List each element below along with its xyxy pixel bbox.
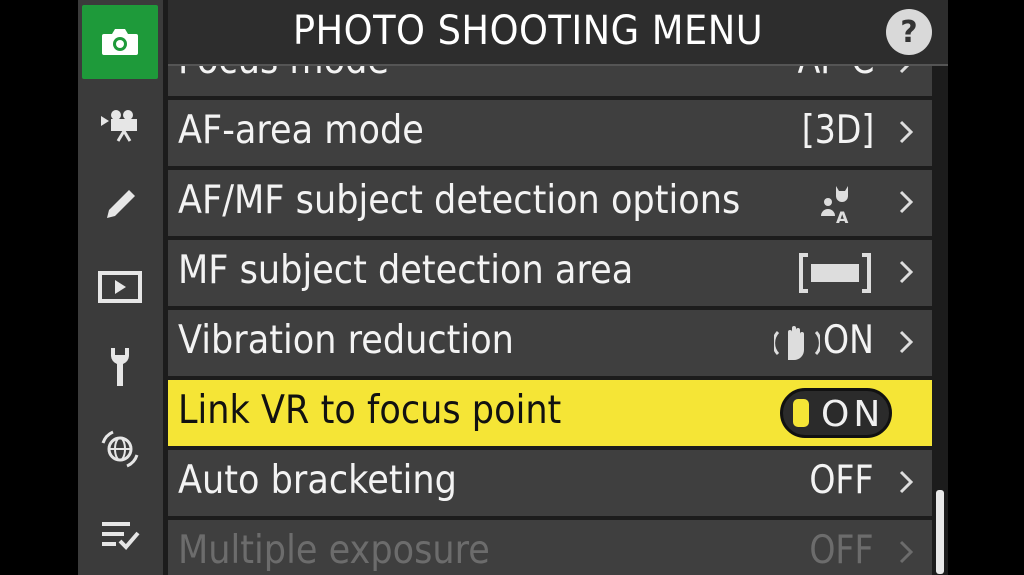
row-label: Multiple exposure <box>178 528 490 573</box>
sidebar-item-video-recording[interactable] <box>82 92 158 158</box>
row-value: OFF <box>809 528 874 573</box>
chevron-right-icon <box>899 330 914 354</box>
chevron-right-icon <box>899 540 914 564</box>
chevron-right-icon <box>899 260 914 284</box>
page-title: PHOTO SHOOTING MENU <box>292 8 764 54</box>
playback-icon <box>98 271 142 303</box>
chevron-right-icon <box>899 66 910 74</box>
menu-row-af-area-mode[interactable]: AF-area mode [3D] <box>168 100 932 170</box>
row-label: AF/MF subject detection options <box>178 178 741 223</box>
chevron-right-icon <box>899 190 914 214</box>
menu-row-subject-detection-options[interactable]: AF/MF subject detection options A <box>168 170 932 240</box>
toggle-state-label: ON <box>821 394 885 435</box>
vr-hand-icon <box>774 326 820 360</box>
row-label: Vibration reduction <box>178 318 514 363</box>
sidebar-item-custom-settings[interactable] <box>82 172 158 238</box>
my-menu-icon <box>102 522 140 550</box>
svg-text:A: A <box>836 208 849 224</box>
menu-row-focus-mode[interactable]: Focus mode AF-C <box>168 66 932 100</box>
menu-row-vibration-reduction[interactable]: Vibration reduction ON <box>168 310 932 380</box>
detection-area-wide-icon <box>799 253 871 293</box>
menu-row-multiple-exposure[interactable]: Multiple exposure OFF <box>168 520 932 575</box>
movie-camera-icon <box>101 110 137 142</box>
row-label: AF-area mode <box>178 108 424 153</box>
camera-menu-screen: PHOTO SHOOTING MENU ? Focus mode AF-C AF… <box>78 0 948 575</box>
pencil-icon <box>107 190 135 218</box>
toggle-knob <box>793 399 809 427</box>
menu-header: PHOTO SHOOTING MENU ? <box>168 0 948 66</box>
row-label: Focus mode <box>178 66 389 83</box>
sidebar-item-setup[interactable] <box>82 334 158 400</box>
sidebar-item-playback[interactable] <box>82 254 158 320</box>
row-value: ON <box>823 318 874 363</box>
camera-icon <box>102 29 138 55</box>
vr-link-toggle[interactable]: ON <box>780 388 892 438</box>
help-button[interactable]: ? <box>886 9 932 55</box>
row-value: [3D] <box>801 108 874 153</box>
subject-detection-auto-icon: A <box>821 186 849 224</box>
menu-row-auto-bracketing[interactable]: Auto bracketing OFF <box>168 450 932 520</box>
menu-row-mf-detection-area[interactable]: MF subject detection area <box>168 240 932 310</box>
sidebar-item-my-menu[interactable] <box>82 502 158 568</box>
row-value: AF-C <box>797 66 874 83</box>
network-icon <box>101 430 139 468</box>
scrollbar-thumb[interactable] <box>936 490 944 574</box>
menu-row-link-vr-to-focus-point[interactable]: Link VR to focus point ON <box>168 380 932 450</box>
row-value: OFF <box>809 458 874 503</box>
menu-list: Focus mode AF-C AF-area mode [3D] AF/MF … <box>168 66 932 575</box>
menu-sidebar <box>78 0 163 575</box>
chevron-right-icon <box>899 120 914 144</box>
row-label: MF subject detection area <box>178 248 634 293</box>
menu-scrollbar[interactable] <box>936 66 944 575</box>
wrench-icon <box>111 348 129 386</box>
chevron-right-icon <box>899 470 914 494</box>
sidebar-item-network[interactable] <box>82 416 158 482</box>
sidebar-item-photo-shooting[interactable] <box>82 5 158 79</box>
row-label: Link VR to focus point <box>178 388 562 433</box>
row-label: Auto bracketing <box>178 458 457 503</box>
